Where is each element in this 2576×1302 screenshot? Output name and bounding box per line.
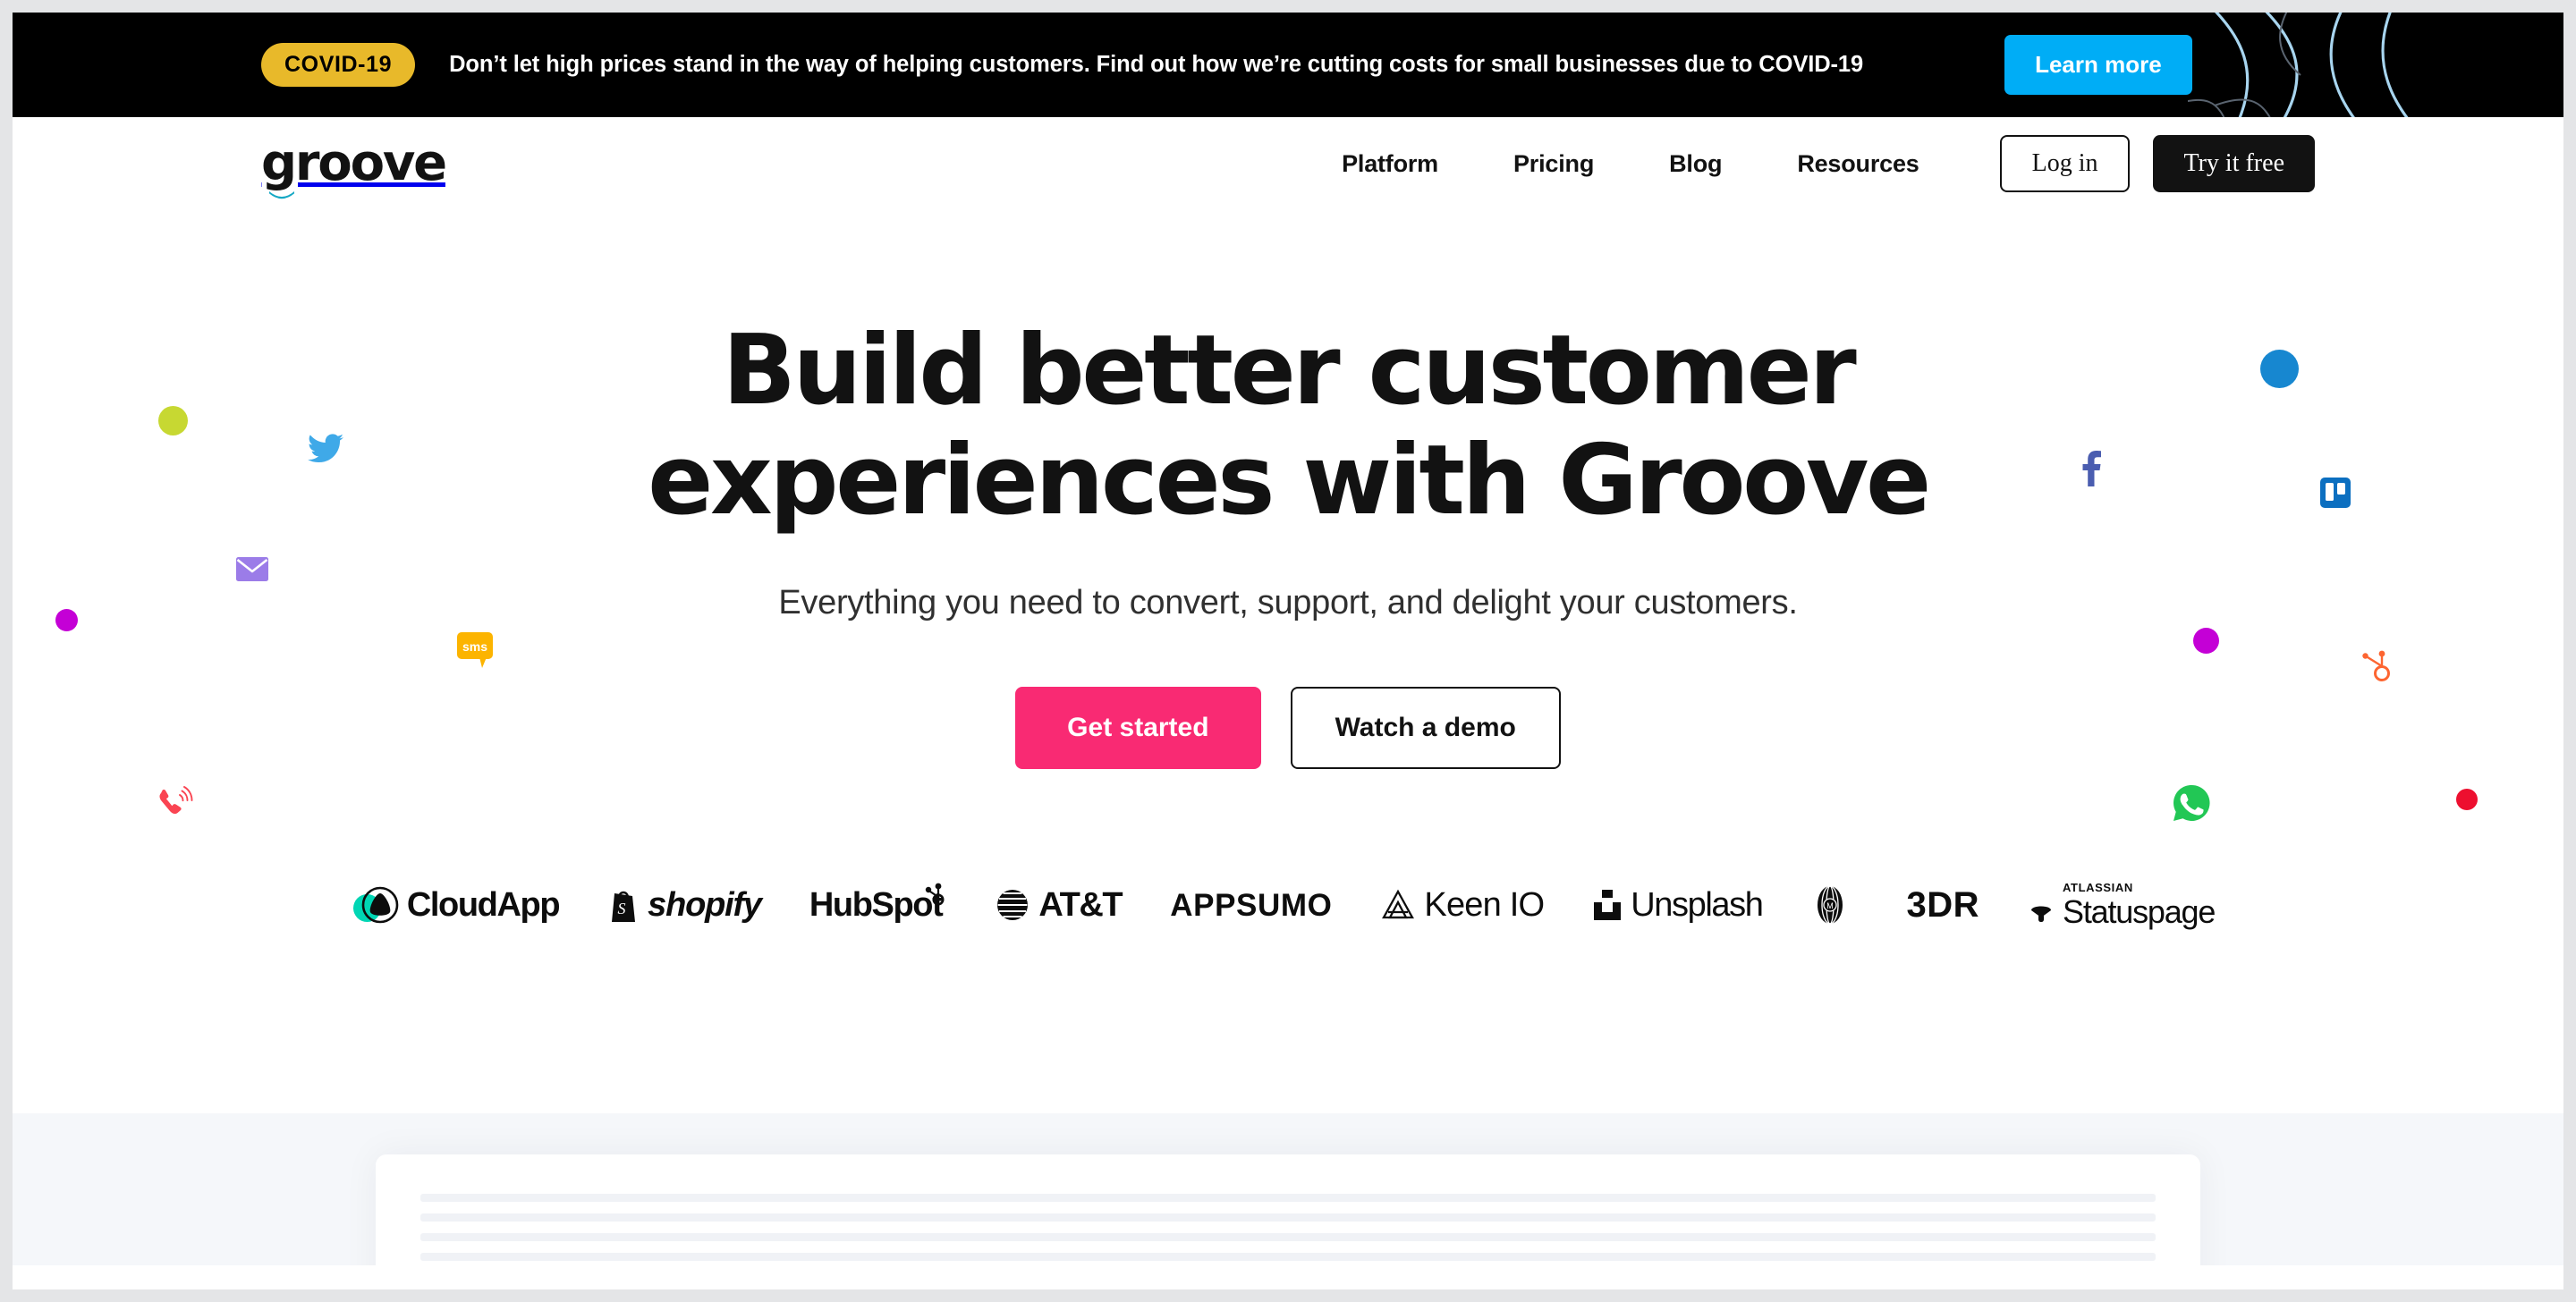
shopify-bag-icon: S (612, 892, 636, 923)
below-fold-section (13, 1113, 2563, 1265)
nav-links: Platform Pricing Blog Resources (1304, 150, 1957, 178)
client-logo-label: Keen IO (1424, 886, 1545, 925)
log-in-button[interactable]: Log in (1999, 135, 2131, 192)
nav-link-platform[interactable]: Platform (1304, 150, 1476, 178)
nav-actions: Log in Try it free (1999, 135, 2315, 192)
keenio-triangle-icon (1382, 889, 1415, 919)
client-logo-att: AT&T (995, 886, 1123, 925)
sms-icon: sms (457, 632, 493, 668)
client-logo-label: APPSUMO (1170, 887, 1333, 923)
statuspage-eyebrow: ATLASSIAN (2063, 881, 2133, 895)
client-logo-shopify: S shopify (607, 886, 762, 925)
groove-logo[interactable]: groove (261, 134, 447, 199)
below-fold-card (376, 1154, 2200, 1265)
hero-title: Build better customer experiences with G… (501, 316, 2075, 536)
groove-logo-smile-icon (269, 191, 294, 199)
hero-subtitle: Everything you need to convert, support,… (778, 584, 1798, 622)
hero-title-line-1: Build better customer (722, 315, 1857, 427)
groove-logo-text: groove (261, 134, 447, 192)
hero-section: sms Build better customer experiences wi… (13, 210, 2563, 1113)
client-logo-label: 3DR (1906, 885, 1980, 926)
hero-title-line-2: experiences with Groove (648, 425, 1931, 537)
below-fold-placeholder-lines (420, 1194, 2156, 1265)
client-logo-label: HubSpot (809, 886, 944, 925)
statuspage-wordmark: ATLASSIAN Statuspage (2063, 881, 2216, 931)
client-logo-label: Unsplash (1631, 886, 1764, 925)
learn-more-button[interactable]: Learn more (2004, 35, 2192, 95)
unsplash-camera-icon (1594, 890, 1622, 921)
purple-dot (2193, 628, 2219, 654)
lime-dot (158, 406, 188, 435)
client-logo-label: Statuspage (2063, 893, 2216, 931)
nav-link-resources[interactable]: Resources (1759, 150, 1956, 178)
covid-badge: COVID-19 (261, 43, 416, 87)
twitter-icon (308, 434, 343, 463)
nav-link-blog[interactable]: Blog (1631, 150, 1759, 178)
client-logo-cloudapp: CloudApp (361, 886, 561, 925)
client-logo-label: AT&T (1038, 886, 1123, 925)
client-logo-statuspage: ATLASSIAN Statuspage (2028, 881, 2216, 931)
whatsapp-icon (2174, 784, 2210, 821)
client-logo-label: CloudApp (406, 886, 561, 925)
facebook-icon (2082, 451, 2101, 486)
client-logo-dark-mark: M (1810, 884, 1858, 926)
statuspage-icon (2031, 906, 2052, 923)
red-dot (2456, 789, 2478, 810)
svg-text:sms: sms (462, 639, 487, 654)
cloudapp-icon (361, 886, 399, 924)
blue-dot (2260, 350, 2299, 388)
trello-icon (2320, 478, 2351, 508)
client-logo-keenio: Keen IO (1380, 886, 1545, 925)
hubspot-sprocket-icon (926, 883, 945, 906)
hero-cta-group: Get started Watch a demo (13, 687, 2563, 770)
client-logo-3dr: 3DR (1906, 887, 1979, 923)
client-logo-label: shopify (648, 886, 762, 925)
client-logo-strip: CloudApp S shopify HubSpot AT&T APPSUMO … (13, 882, 2563, 928)
client-logo-appsumo: APPSUMO (1170, 890, 1332, 921)
phone-ring-icon (159, 786, 193, 815)
nav-link-pricing[interactable]: Pricing (1476, 150, 1631, 178)
client-logo-unsplash: Unsplash (1592, 886, 1764, 925)
hubspot-icon (2362, 650, 2390, 681)
get-started-button[interactable]: Get started (1015, 687, 1261, 770)
svg-text:S: S (618, 900, 626, 917)
dark-circular-mark-icon: M (1818, 885, 1843, 925)
att-globe-icon (997, 890, 1029, 921)
main-navbar: groove Platform Pricing Blog Resources L… (13, 117, 2563, 210)
mail-icon (236, 557, 268, 581)
browser-viewport: COVID-19 Don’t let high prices stand in … (13, 13, 2563, 1289)
covid-announcement-banner: COVID-19 Don’t let high prices stand in … (13, 13, 2563, 117)
covid-banner-message: Don’t let high prices stand in the way o… (449, 52, 1864, 77)
svg-text:M: M (1827, 901, 1835, 910)
watch-a-demo-button[interactable]: Watch a demo (1290, 687, 1561, 770)
try-it-free-button[interactable]: Try it free (2153, 135, 2315, 192)
client-logo-hubspot: HubSpot (809, 883, 947, 925)
